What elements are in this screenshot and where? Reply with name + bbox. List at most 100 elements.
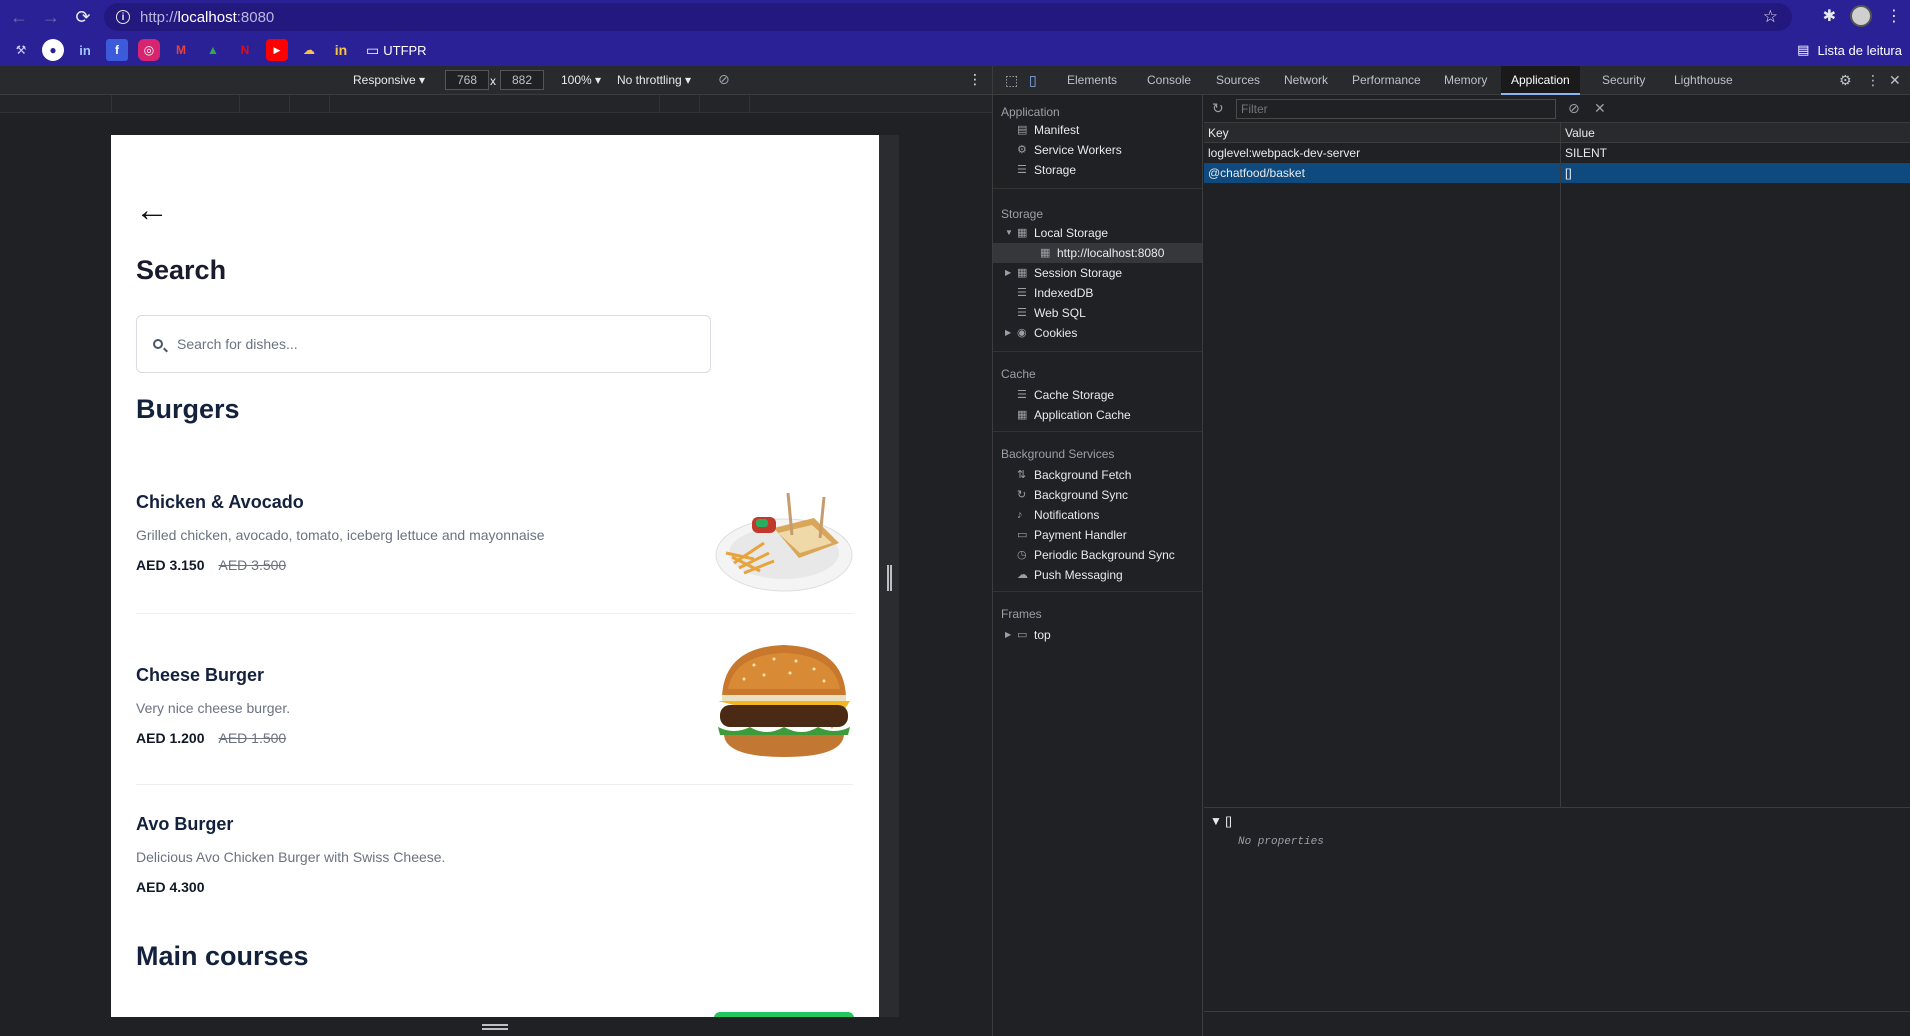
sidebar-item-cookies[interactable]: ◉ Cookies [1017,323,1203,343]
reading-list-button[interactable]: ▤ Lista de leitura [1797,42,1902,58]
refresh-icon[interactable]: ↻ [1212,100,1224,117]
sidebar-item-cache-storage[interactable]: ☰ Cache Storage [1017,385,1203,405]
dish-description: Delicious Avo Chicken Burger with Swiss … [136,849,446,865]
application-sidebar: Application ▤ Manifest ⚙ Service Workers ☰… [993,95,1203,1036]
media-query-ruler[interactable] [0,95,992,113]
column-header-key[interactable]: Key [1208,126,1229,140]
back-arrow-icon[interactable]: ← [135,193,169,227]
frame-icon: ▭ [1017,628,1028,641]
sidebar-item-label: Notifications [1034,508,1100,522]
sidebar-item-background-fetch[interactable]: ⇅ Background Fetch [1017,465,1203,485]
facebook-icon[interactable]: f [106,39,128,61]
search-box[interactable] [136,315,711,373]
zoom-select[interactable]: 100% ▾ [561,73,601,87]
profile-avatar[interactable] [1850,5,1872,27]
preview-value[interactable]: ▼ [] [1210,814,1232,828]
sidebar-item-background-sync[interactable]: ↻ Background Sync [1017,485,1203,505]
sidebar-item-periodic-background-sync[interactable]: ◷ Periodic Background Sync [1017,545,1203,565]
add-to-basket-button[interactable] [714,1012,854,1017]
sidebar-divider [993,431,1202,432]
device-more-icon[interactable]: ⋮ [968,71,982,88]
emulated-viewport: ← Search Burgers Chicken & Avocado Grill… [111,135,879,1017]
tab-memory[interactable]: Memory [1434,66,1497,95]
chicken-avocado-image[interactable] [714,483,854,603]
device-mode-select[interactable]: Responsive ▾ [353,73,425,87]
browser-menu-icon[interactable]: ⋮ [1886,6,1902,26]
clear-all-icon[interactable]: ⊘ [1568,100,1580,117]
rotate-icon[interactable]: ⊘ [718,71,730,88]
search-input[interactable] [177,336,677,352]
settings-gear-icon[interactable]: ⚙ [1839,72,1852,89]
sidebar-item-service-workers[interactable]: ⚙ Service Workers [1017,140,1203,160]
folder-icon: ▭ [366,41,380,58]
devtools-menu-icon[interactable]: ⋮ [1866,72,1880,89]
sidebar-divider [993,188,1202,189]
inspect-element-icon[interactable]: ⬚ [1005,72,1018,89]
back-button[interactable]: ← [6,4,32,30]
height-input[interactable]: 882 [500,70,544,90]
tab-security[interactable]: Security [1592,66,1655,95]
filter-input[interactable] [1236,99,1556,119]
resize-handle-bottom[interactable] [482,1024,508,1030]
bookmark-star-icon[interactable]: ☆ [1763,7,1778,27]
collapse-triangle-icon[interactable]: ▶ [1005,630,1011,639]
cheese-burger-image[interactable] [714,639,854,769]
column-separator[interactable] [1560,123,1561,808]
expand-triangle-icon[interactable]: ▼ [1005,228,1013,237]
sidebar-item-indexeddb[interactable]: ☰ IndexedDB [1017,283,1203,303]
tab-console[interactable]: Console [1137,66,1201,95]
database-icon: ☰ [1017,286,1027,299]
device-toggle-icon[interactable]: ▯ [1029,72,1037,89]
sidebar-item-frame-top[interactable]: ▭ top [1017,625,1203,645]
netflix-icon[interactable]: N [234,39,256,61]
sidebar-item-payment-handler[interactable]: ▭ Payment Handler [1017,525,1203,545]
tab-application[interactable]: Application [1501,66,1580,95]
tab-sources[interactable]: Sources [1206,66,1270,95]
delete-selected-icon[interactable]: ✕ [1594,100,1606,117]
reload-button[interactable]: ⟳ [70,4,96,30]
address-bar[interactable]: i http://localhost:8080 ☆ [104,3,1792,31]
tab-performance[interactable]: Performance [1342,66,1431,95]
close-icon[interactable]: ✕ [1889,72,1901,89]
sidebar-item-local-storage[interactable]: ▦ Local Storage [1017,223,1203,243]
tab-lighthouse[interactable]: Lighthouse [1664,66,1743,95]
value-preview: ▼ [] No properties [1204,809,1910,1009]
site-info-icon[interactable]: i [116,10,130,24]
gamepad-icon[interactable]: ☁ [298,39,320,61]
extensions-icon[interactable]: ✱ [1823,6,1836,26]
sidebar-item-web-sql[interactable]: ☰ Web SQL [1017,303,1203,323]
tab-elements[interactable]: Elements [1057,66,1127,95]
tab-network[interactable]: Network [1274,66,1338,95]
tools-icon[interactable]: ⚒ [10,39,32,61]
linkedin-icon[interactable]: in [330,39,352,61]
instagram-icon[interactable]: ◎ [138,39,160,61]
throttling-select[interactable]: No throttling ▾ [617,73,691,87]
forward-button[interactable]: → [38,4,64,30]
youtube-icon[interactable]: ▶ [266,39,288,61]
table-row-selected[interactable]: @chatfood/basket [] [1204,163,1910,183]
gmail-icon[interactable]: M [170,39,192,61]
resize-handle-right[interactable] [887,565,892,591]
table-row[interactable]: loglevel:webpack-dev-server SILENT [1204,143,1910,163]
bookmarks-bar: ⚒ ● in f ◎ M ▲ N ▶ ☁ in ▭ UTFPR ▤ Lista … [0,34,1910,66]
sidebar-item-application-cache[interactable]: ▦ Application Cache [1017,405,1203,425]
sidebar-item-localhost[interactable]: ▦ http://localhost:8080 [993,243,1202,263]
github-icon[interactable]: ● [42,39,64,61]
column-header-value[interactable]: Value [1565,126,1595,140]
sidebar-item-notifications[interactable]: ♪ Notifications [1017,505,1203,525]
linkedin-icon[interactable]: in [74,39,96,61]
dish-item[interactable]: Avo Burger Delicious Avo Chicken Burger … [136,814,853,895]
sidebar-item-manifest[interactable]: ▤ Manifest [1017,120,1203,140]
sidebar-item-push-messaging[interactable]: ☁ Push Messaging [1017,565,1203,585]
collapse-triangle-icon[interactable]: ▶ [1005,328,1011,337]
bookmark-folder-utfpr[interactable]: UTFPR [383,43,426,58]
sidebar-item-session-storage[interactable]: ▦ Session Storage [1017,263,1203,283]
collapse-triangle-icon[interactable]: ▶ [1005,268,1011,277]
sidebar-group-storage: Storage [1001,207,1044,221]
width-input[interactable]: 768 [445,70,489,90]
browser-toolbar: ← → ⟳ i http://localhost:8080 ☆ ✱ ⋮ [0,0,1910,34]
devtools-panel: ⬚ ▯ Elements Console Sources Network Per… [992,66,1910,1036]
sidebar-item-storage[interactable]: ☰ Storage [1017,160,1203,180]
dish-price: AED 3.150 [136,557,205,573]
google-drive-icon[interactable]: ▲ [202,39,224,61]
